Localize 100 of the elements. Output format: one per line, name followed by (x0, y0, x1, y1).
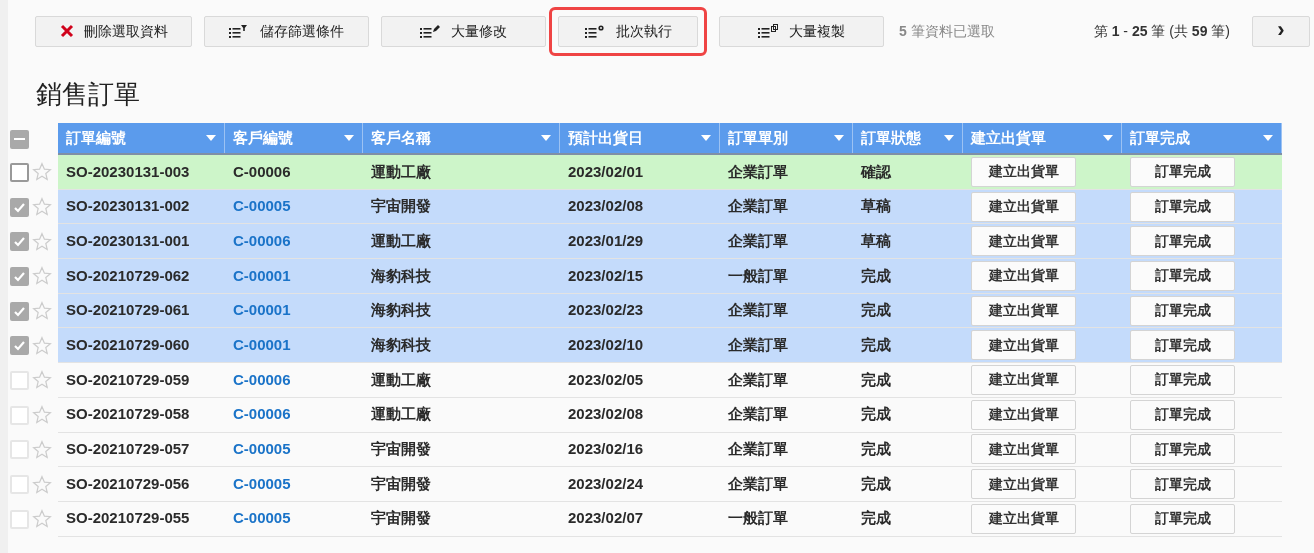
row-action-button[interactable]: 訂單完成 (1130, 364, 1235, 395)
table-cell-text: 確認 (861, 161, 891, 182)
row-action-button[interactable]: 建立出貨單 (971, 469, 1076, 500)
caret-icon[interactable] (944, 135, 954, 141)
table-cell-text: 一般訂單 (728, 508, 788, 529)
table-cell-text: 企業訂單 (728, 404, 788, 425)
table-cell-text: 草稿 (861, 230, 891, 251)
row-checkbox[interactable] (10, 197, 29, 217)
table-cell-text: 宇宙開發 (371, 473, 431, 494)
row-action-button[interactable]: 訂單完成 (1130, 503, 1235, 534)
row-action-button[interactable]: 建立出貨單 (971, 295, 1076, 326)
row-action-button[interactable]: 訂單完成 (1130, 191, 1235, 222)
customer-link[interactable]: C-00005 (233, 472, 291, 496)
table-cell-text: 2023/02/24 (568, 473, 644, 494)
list-gear-icon (584, 24, 606, 38)
table-cell-text: 完成 (861, 473, 891, 494)
check-icon (13, 339, 26, 353)
caret-icon[interactable] (541, 135, 551, 141)
table-cell-text: SO-20230131-003 (66, 161, 190, 182)
table-cell-text: 運動工廠 (371, 161, 431, 182)
table-cell-text: 企業訂單 (728, 369, 788, 390)
table-cell-text: SO-20210729-055 (66, 508, 190, 529)
customer-link[interactable]: C-00006 (233, 403, 291, 426)
table-cell-text: 完成 (861, 335, 891, 356)
table-cell-text: 2023/02/23 (568, 300, 644, 321)
star-icon[interactable] (32, 439, 52, 460)
row-action-button[interactable]: 訂單完成 (1130, 260, 1235, 291)
row-action-button[interactable]: 建立出貨單 (971, 260, 1076, 291)
table-cell-text: 完成 (861, 369, 891, 390)
list-filter-icon (229, 24, 250, 38)
toolbar-button[interactable]: 大量修改 (381, 15, 546, 47)
row-action-button[interactable]: 建立出貨單 (971, 364, 1076, 395)
row-action-button[interactable]: 建立出貨單 (971, 226, 1076, 257)
row-action-button[interactable]: 建立出貨單 (971, 399, 1076, 430)
caret-icon[interactable] (701, 135, 711, 141)
table-cell-text: 2023/02/05 (568, 369, 644, 390)
select-all-checkbox[interactable] (10, 129, 29, 149)
row-action-button[interactable]: 建立出貨單 (971, 434, 1076, 465)
star-icon[interactable] (32, 370, 52, 391)
caret-icon[interactable] (1103, 135, 1113, 141)
caret-icon[interactable] (206, 135, 216, 141)
table-cell-text: SO-20230131-002 (66, 196, 190, 217)
table-cell-text: 完成 (861, 404, 891, 425)
row-action-button[interactable]: 建立出貨單 (971, 503, 1076, 534)
close-icon (59, 24, 74, 38)
star-icon[interactable] (32, 162, 52, 183)
row-action-button[interactable]: 訂單完成 (1130, 295, 1235, 326)
caret-icon[interactable] (834, 135, 844, 141)
star-icon[interactable] (32, 335, 52, 356)
toolbar-button[interactable]: 大量複製 (719, 15, 884, 47)
row-checkbox[interactable] (10, 336, 29, 356)
row-action-button[interactable]: 訂單完成 (1130, 156, 1235, 187)
row-action-button[interactable]: 訂單完成 (1130, 399, 1235, 430)
row-checkbox[interactable] (10, 162, 29, 182)
table-cell-text: 完成 (861, 508, 891, 529)
row-action-button[interactable]: 訂單完成 (1130, 434, 1235, 465)
customer-link[interactable]: C-00005 (233, 507, 291, 530)
pagination-text: 第 1 - 25 筆 (共 59 筆) (1093, 21, 1230, 41)
row-checkbox[interactable] (10, 301, 29, 321)
table-cell-text: SO-20210729-059 (66, 369, 190, 390)
table-cell-text: 2023/02/15 (568, 265, 644, 286)
table-cell-text: 運動工廠 (371, 369, 431, 390)
list-copy-icon (758, 24, 779, 38)
table-cell-text: 企業訂單 (728, 161, 788, 182)
toolbar-button[interactable]: 儲存篩選條件 (204, 15, 369, 47)
table-cell-text: 完成 (861, 439, 891, 460)
star-icon[interactable] (32, 301, 52, 322)
star-icon[interactable] (32, 231, 52, 252)
caret-icon[interactable] (344, 135, 354, 141)
customer-link[interactable]: C-00006 (233, 368, 291, 392)
toolbar-button[interactable]: 刪除選取資料 (35, 15, 192, 47)
caret-icon[interactable] (1263, 135, 1273, 141)
table-cell-text: 2023/02/08 (568, 196, 644, 217)
table-cell-text: 2023/02/01 (568, 161, 644, 182)
table-cell-text: 完成 (861, 300, 891, 321)
star-icon[interactable] (32, 509, 52, 530)
table-cell-text: C-00006 (233, 161, 291, 182)
table-cell-text: 2023/02/10 (568, 335, 644, 356)
row-action-button[interactable]: 訂單完成 (1130, 469, 1235, 500)
row-action-button[interactable]: 訂單完成 (1130, 226, 1235, 257)
table-cell-text: 企業訂單 (728, 230, 788, 251)
table-cell-text: SO-20210729-061 (66, 300, 190, 321)
table-cell-text: 企業訂單 (728, 300, 788, 321)
customer-link[interactable]: C-00005 (233, 438, 291, 461)
star-icon[interactable] (32, 197, 52, 218)
row-action-button[interactable]: 建立出貨單 (971, 156, 1076, 187)
next-page-button[interactable]: › (1252, 15, 1310, 47)
table-cell-text: 宇宙開發 (371, 508, 431, 529)
row-action-button[interactable]: 建立出貨單 (971, 191, 1076, 222)
toolbar-button[interactable]: 批次執行 (558, 15, 698, 47)
row-checkbox[interactable] (10, 232, 29, 252)
star-icon[interactable] (32, 474, 52, 495)
row-checkbox[interactable] (10, 266, 29, 286)
row-action-button[interactable]: 訂單完成 (1130, 330, 1235, 361)
row-action-button[interactable]: 建立出貨單 (971, 330, 1076, 361)
table-cell-text: SO-20210729-058 (66, 404, 190, 425)
check-icon (13, 235, 26, 249)
star-icon[interactable] (32, 266, 52, 287)
table-cell-text: 運動工廠 (371, 404, 431, 425)
star-icon[interactable] (32, 405, 52, 426)
